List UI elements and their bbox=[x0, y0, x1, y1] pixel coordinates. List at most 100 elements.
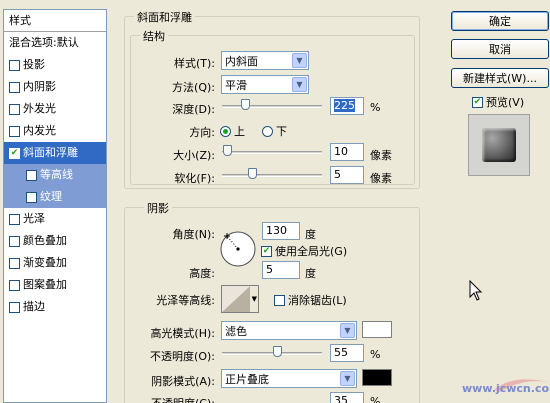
checkbox-icon[interactable] bbox=[26, 191, 37, 203]
depth-slider-track[interactable] bbox=[222, 105, 322, 108]
check-icon: ✔ bbox=[261, 245, 272, 257]
highlight-opacity-label: 不透明度(O): bbox=[150, 350, 215, 363]
size-slider-track[interactable] bbox=[222, 151, 322, 154]
highlight-mode-select[interactable]: 滤色 ▼ bbox=[221, 321, 357, 340]
technique-select-value: 平滑 bbox=[225, 78, 247, 92]
soften-input[interactable]: 5 bbox=[330, 166, 364, 184]
watermark: www.jcwcn.com bbox=[452, 372, 550, 403]
preview-label: 预览(V) bbox=[486, 96, 525, 109]
style-item[interactable]: 渐变叠加 bbox=[4, 252, 106, 274]
check-icon[interactable]: ✔ bbox=[9, 147, 20, 159]
bevel-emboss-title: 斜面和浮雕 bbox=[134, 9, 195, 25]
style-item[interactable]: 等高线 bbox=[4, 164, 106, 186]
depth-input-value: 225 bbox=[334, 99, 355, 112]
new-style-button[interactable]: 新建样式(W)... bbox=[451, 68, 549, 88]
styles-header: 样式 bbox=[4, 10, 106, 32]
ok-button[interactable]: 确定 bbox=[451, 11, 549, 31]
size-slider-thumb[interactable] bbox=[223, 145, 232, 156]
soften-label: 软化(F): bbox=[174, 172, 215, 185]
style-item[interactable]: 内发光 bbox=[4, 120, 106, 142]
structure-title: 结构 bbox=[140, 28, 168, 44]
style-item-label: 纹理 bbox=[40, 190, 62, 203]
style-label: 样式(T): bbox=[173, 57, 215, 70]
size-unit: 像素 bbox=[370, 149, 392, 162]
global-light-checkbox[interactable]: ✔ 使用全局光(G) bbox=[261, 243, 347, 259]
angle-input[interactable]: 130 bbox=[262, 222, 300, 240]
soften-slider-thumb[interactable] bbox=[248, 168, 257, 179]
style-item[interactable]: 图案叠加 bbox=[4, 274, 106, 296]
highlight-opacity-input[interactable]: 55 bbox=[330, 344, 364, 362]
technique-select[interactable]: 平滑 ▼ bbox=[221, 75, 309, 94]
antialias-checkbox[interactable]: 消除锯齿(L) bbox=[274, 292, 347, 308]
chevron-down-icon: ▼ bbox=[340, 323, 355, 338]
angle-dial[interactable] bbox=[219, 229, 257, 269]
size-label: 大小(Z): bbox=[173, 149, 215, 162]
checkbox-icon[interactable] bbox=[9, 257, 20, 269]
angle-unit: 度 bbox=[305, 228, 316, 241]
check-icon: ✔ bbox=[472, 96, 483, 108]
style-item-label: 图案叠加 bbox=[23, 278, 67, 291]
shading-title: 阴影 bbox=[144, 200, 172, 216]
shadow-color-swatch[interactable] bbox=[362, 369, 392, 386]
cancel-button[interactable]: 取消 bbox=[451, 39, 549, 59]
style-item[interactable]: 光泽 bbox=[4, 208, 106, 230]
altitude-input[interactable]: 5 bbox=[262, 261, 300, 279]
gloss-contour-picker[interactable]: ▼ bbox=[221, 285, 259, 313]
highlight-color-swatch[interactable] bbox=[362, 321, 392, 338]
style-select-value: 内斜面 bbox=[225, 54, 258, 68]
radio-off-icon bbox=[262, 125, 273, 137]
highlight-opacity-unit: % bbox=[370, 348, 381, 361]
antialias-label: 消除锯齿(L) bbox=[288, 294, 347, 307]
checkbox-icon[interactable] bbox=[26, 169, 37, 181]
technique-label: 方法(Q): bbox=[172, 81, 215, 94]
soften-slider-track[interactable] bbox=[222, 174, 322, 177]
preview-sample-square bbox=[482, 128, 516, 162]
style-item-label: 内阴影 bbox=[23, 80, 56, 93]
highlight-mode-label: 高光模式(H): bbox=[150, 327, 215, 340]
highlight-opacity-slider-track[interactable] bbox=[222, 352, 322, 355]
style-item-label: 投影 bbox=[23, 58, 45, 71]
checkbox-icon[interactable] bbox=[9, 125, 20, 137]
global-light-label: 使用全局光(G) bbox=[275, 245, 348, 258]
style-item-label: 等高线 bbox=[40, 168, 73, 181]
style-item-label: 斜面和浮雕 bbox=[23, 146, 78, 159]
depth-input[interactable]: 225 bbox=[330, 97, 364, 115]
style-item[interactable]: 描边 bbox=[4, 296, 106, 318]
shadow-mode-value: 正片叠底 bbox=[225, 372, 269, 386]
blend-options-label: 混合选项:默认 bbox=[9, 36, 79, 49]
style-item-label: 渐变叠加 bbox=[23, 256, 67, 269]
checkbox-icon[interactable] bbox=[9, 235, 20, 247]
direction-down-label: 下 bbox=[276, 125, 287, 138]
shadow-opacity-label: 不透明度(C): bbox=[130, 395, 215, 403]
shadow-opacity-input[interactable]: 35 bbox=[330, 392, 364, 403]
style-item-label: 描边 bbox=[23, 300, 45, 313]
checkbox-icon[interactable] bbox=[9, 213, 20, 225]
style-item[interactable]: 纹理 bbox=[4, 186, 106, 208]
checkbox-icon[interactable] bbox=[9, 301, 20, 313]
checkbox-icon[interactable] bbox=[9, 279, 20, 291]
chevron-down-icon: ▼ bbox=[251, 295, 257, 303]
style-item[interactable]: 外发光 bbox=[4, 98, 106, 120]
highlight-opacity-slider-thumb[interactable] bbox=[273, 346, 282, 357]
style-item[interactable]: ✔ 斜面和浮雕 bbox=[4, 142, 106, 164]
direction-down-option[interactable]: 下 bbox=[262, 123, 287, 139]
depth-slider-thumb[interactable] bbox=[240, 99, 250, 110]
style-item[interactable]: 内阴影 bbox=[4, 76, 106, 98]
style-select[interactable]: 内斜面 ▼ bbox=[221, 51, 309, 70]
checkbox-icon[interactable] bbox=[9, 103, 20, 115]
soften-unit: 像素 bbox=[370, 172, 392, 185]
direction-label: 方向: bbox=[189, 126, 215, 139]
watermark-text: www.jcwcn.com bbox=[462, 382, 550, 395]
shadow-mode-select[interactable]: 正片叠底 ▼ bbox=[221, 369, 357, 388]
style-item[interactable]: 投影 bbox=[4, 54, 106, 76]
size-input[interactable]: 10 bbox=[330, 143, 364, 161]
style-item-label: 外发光 bbox=[23, 102, 56, 115]
checkbox-icon[interactable] bbox=[9, 59, 20, 71]
direction-up-option[interactable]: 上 bbox=[220, 123, 245, 139]
blend-options-item[interactable]: 混合选项:默认 bbox=[4, 32, 106, 54]
checkbox-icon[interactable] bbox=[9, 81, 20, 93]
shadow-mode-label: 阴影模式(A): bbox=[151, 375, 215, 388]
preview-thumbnail bbox=[468, 114, 530, 176]
style-item[interactable]: 颜色叠加 bbox=[4, 230, 106, 252]
preview-checkbox[interactable]: ✔ 预览(V) bbox=[472, 94, 524, 110]
